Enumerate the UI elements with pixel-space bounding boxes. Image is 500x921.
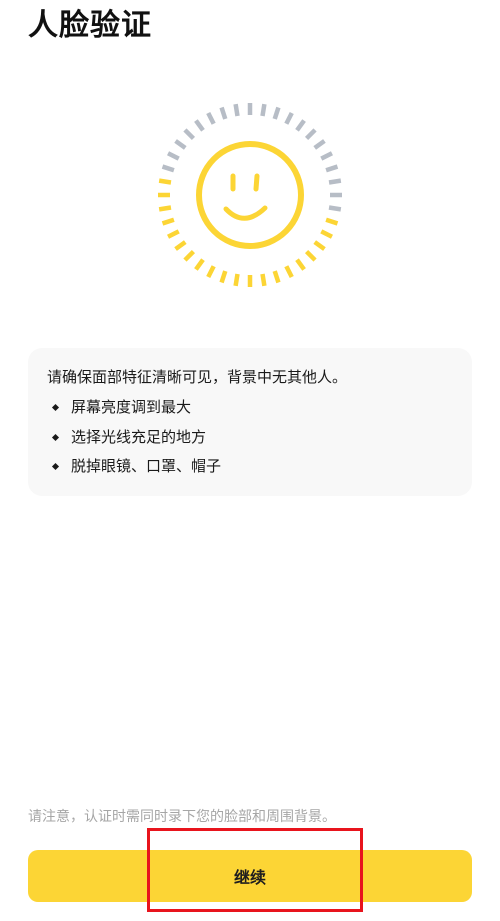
tip-text: 选择光线充足的地方	[71, 427, 207, 446]
tips-card: 请确保面部特征清晰可见，背景中无其他人。 屏幕亮度调到最大 选择光线充足的地方 …	[28, 348, 472, 496]
ring-tick-active	[161, 217, 175, 226]
ring-tick-active	[272, 270, 281, 284]
recording-notice: 请注意，认证时需同时录下您的脸部和周围背景。	[28, 809, 336, 825]
right-eye-icon	[253, 173, 260, 192]
ring-tick-active	[158, 205, 172, 212]
ring-tick-inactive	[260, 103, 267, 117]
ring-tick-inactive	[194, 119, 205, 132]
ring-tick-inactive	[233, 103, 240, 117]
face-outline-icon	[196, 141, 304, 249]
ring-tick-inactive	[206, 112, 216, 125]
ring-tick-inactive	[295, 119, 306, 132]
diamond-bullet-icon	[51, 403, 60, 412]
ring-tick-active	[206, 265, 216, 278]
ring-tick-inactive	[304, 128, 317, 141]
page-title: 人脸验证	[28, 8, 152, 43]
tip-text: 屏幕亮度调到最大	[71, 398, 192, 416]
ring-tick-inactive	[174, 139, 187, 150]
ring-tick-inactive	[284, 112, 294, 125]
smile-icon	[223, 205, 268, 221]
ring-tick-active	[313, 240, 326, 251]
ring-tick-inactive	[328, 178, 342, 185]
ring-tick-active	[304, 249, 317, 262]
tips-list: 屏幕亮度调到最大 选择光线充足的地方 脱掉眼镜、口罩、帽子	[47, 396, 452, 477]
ring-tick-inactive	[320, 151, 333, 161]
tip-item-brightness: 屏幕亮度调到最大	[47, 396, 452, 418]
ring-tick-inactive	[161, 164, 175, 173]
scan-progress-ring	[158, 103, 342, 287]
ring-tick-active	[233, 273, 240, 287]
tip-item-lighting: 选择光线充足的地方	[47, 426, 452, 448]
ring-tick-inactive	[325, 164, 339, 173]
tip-text: 脱掉眼镜、口罩、帽子	[71, 457, 222, 475]
ring-tick-active	[320, 229, 333, 239]
ring-tick-active	[295, 258, 306, 271]
continue-button[interactable]: 继续	[28, 850, 472, 902]
ring-tick-active	[325, 217, 339, 226]
ring-tick-inactive	[219, 106, 228, 120]
tips-intro: 请确保面部特征清晰可见，背景中无其他人。	[47, 368, 348, 386]
ring-tick-active	[174, 240, 187, 251]
ring-tick-active	[219, 270, 228, 284]
ring-tick-active	[194, 258, 205, 271]
ring-tick-active	[183, 249, 196, 262]
ring-tick-active	[158, 178, 172, 185]
ring-tick-active	[167, 229, 180, 239]
ring-tick-inactive	[328, 205, 342, 212]
diamond-bullet-icon	[51, 433, 60, 441]
diamond-bullet-icon	[51, 462, 60, 471]
ring-tick-inactive	[167, 151, 180, 161]
ring-tick-active	[284, 265, 294, 278]
ring-tick-inactive	[272, 106, 281, 120]
tip-item-accessories: 脱掉眼镜、口罩、帽子	[47, 455, 452, 477]
face-scan-illustration	[158, 103, 342, 287]
ring-tick-active	[260, 273, 267, 287]
ring-tick-inactive	[183, 128, 196, 141]
ring-tick-inactive	[313, 139, 326, 150]
